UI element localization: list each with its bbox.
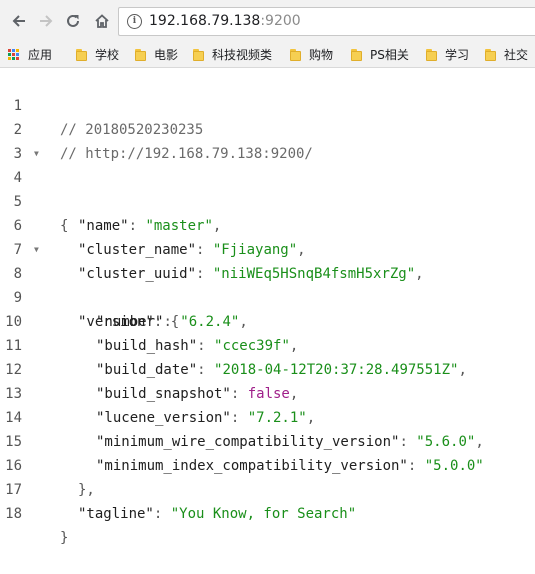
home-icon <box>95 14 109 28</box>
url-text: 192.168.79.138:9200 <box>149 13 301 29</box>
bookmark-school[interactable]: 学校 <box>76 46 119 63</box>
code-line: 8 ▼ "version": { <box>0 238 535 330</box>
folder-icon <box>290 48 301 61</box>
code-line: 5 "name": "master", <box>0 166 535 234</box>
json-viewer: 1 // 20180520230235 2 // http://192.168.… <box>0 68 535 546</box>
code-line: 10 "build_hash": "ccec39f", <box>0 286 535 354</box>
reload-icon <box>67 14 79 27</box>
bookmark-ps[interactable]: PS相关 <box>351 46 409 63</box>
arrow-right-icon <box>40 15 53 27</box>
code-line: 7 "cluster_uuid": "niiWEq5HSnqB4fsmH5xrZ… <box>0 214 535 282</box>
code-line: 14 "minimum_wire_compatibility_version":… <box>0 382 535 450</box>
collapse-toggle-icon[interactable]: ▼ <box>34 142 39 166</box>
code-line: 15 "minimum_index_compatibility_version"… <box>0 406 535 474</box>
bookmark-apps[interactable]: 应用 <box>8 46 52 63</box>
code-line: 12 "build_snapshot": false, <box>0 334 535 402</box>
bookmark-shopping[interactable]: 购物 <box>290 46 333 63</box>
folder-icon <box>193 48 204 61</box>
folder-icon <box>351 48 362 61</box>
folder-icon <box>426 48 437 61</box>
bookmark-movies[interactable]: 电影 <box>135 46 178 63</box>
folder-icon <box>76 48 87 61</box>
code-line: 6 "cluster_name": "Fjiayang", <box>0 190 535 258</box>
code-line: 18 } <box>0 478 535 546</box>
code-line: 13 "lucene_version": "7.2.1", <box>0 358 535 426</box>
code-line: 11 "build_date": "2018-04-12T20:37:28.49… <box>0 310 535 378</box>
info-icon[interactable]: i <box>127 14 142 29</box>
folder-icon <box>135 48 146 61</box>
code-line: 2 // http://192.168.79.138:9200/ <box>0 94 535 162</box>
reload-button[interactable] <box>62 10 84 32</box>
code-line: 16 }, <box>0 430 535 498</box>
code-line: 4 ▼ { <box>0 142 535 234</box>
folder-icon <box>485 48 496 61</box>
json-key: "tagline" <box>78 506 154 522</box>
address-bar[interactable]: i 192.168.79.138:9200 <box>118 7 535 36</box>
brace-close: } <box>60 530 69 546</box>
code-line: 3 <box>0 118 535 162</box>
bookmarks-bar: 应用 学校 电影 科技视频类 购物 PS相关 学习 社交 <box>0 42 535 68</box>
home-button[interactable] <box>91 10 113 32</box>
browser-toolbar: i 192.168.79.138:9200 <box>0 0 535 42</box>
collapse-toggle-icon[interactable]: ▼ <box>34 238 39 262</box>
back-button[interactable] <box>8 10 30 32</box>
apps-grid-icon <box>8 49 19 60</box>
line-number: 18 <box>5 506 22 522</box>
bookmark-tech-videos[interactable]: 科技视频类 <box>193 46 272 63</box>
json-string-value: "You Know, for Search" <box>170 506 357 522</box>
arrow-left-icon <box>12 15 25 27</box>
code-line: 17 "tagline": "You Know, for Search" <box>0 454 535 522</box>
code-line: 9 "number": "6.2.4", <box>0 262 535 330</box>
forward-button[interactable] <box>35 10 57 32</box>
bookmark-study[interactable]: 学习 <box>426 46 469 63</box>
bookmark-social[interactable]: 社交 <box>485 46 528 63</box>
code-line: 1 // 20180520230235 <box>0 70 535 138</box>
